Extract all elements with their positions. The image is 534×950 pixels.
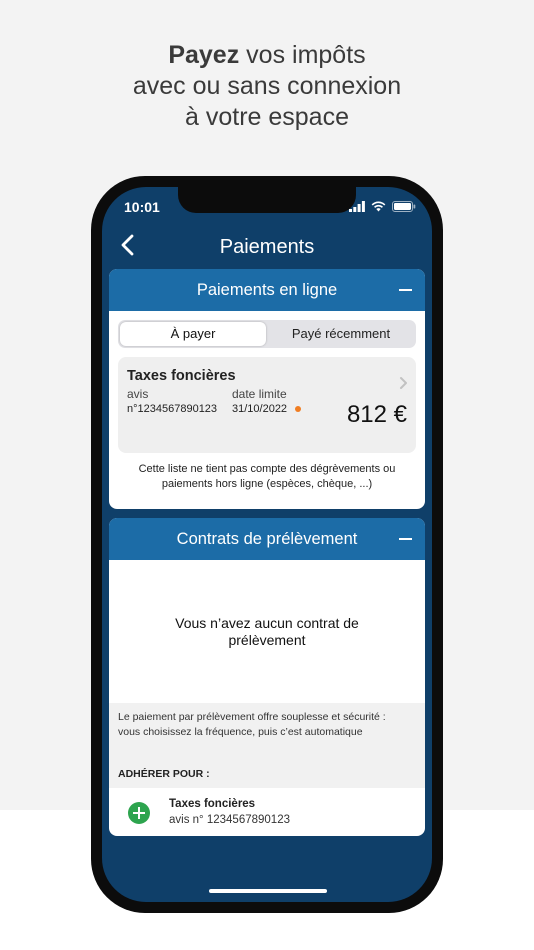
tab-paye-recemment[interactable]: Payé récemment [268,322,414,346]
signal-icon [349,201,365,212]
headline-line-2: avec ou sans connexion [132,72,402,100]
chevron-right-icon [400,377,407,389]
info-text: Le paiement par prélèvement offre souple… [118,710,416,740]
direct-debit-card: Contrats de prélèvement Vous n’avez aucu… [109,518,425,836]
phone-frame: 10:01 Paiements Paiements en ligne À pay… [91,176,443,913]
tab-a-payer[interactable]: À payer [120,322,266,346]
payment-tabs: À payer Payé récemment [118,320,416,348]
nav-title: Paiements [219,236,315,258]
tax-item[interactable]: Taxes foncières avis n°1234567890123 dat… [118,357,416,453]
direct-debit-header[interactable]: Contrats de prélèvement [109,518,425,560]
phone-screen: 10:01 Paiements Paiements en ligne À pay… [102,187,432,902]
direct-debit-info: Le paiement par prélèvement offre souple… [109,703,425,788]
info-line-2: vous choisissez la fréquence, puis c’est… [118,726,363,738]
empty-contracts-message: Vous n’avez aucun contrat de prélèvement [109,615,425,649]
tax-amount: 812 € [346,401,407,428]
avis-label: avis [127,387,149,401]
phone-notch [178,187,356,213]
avis-value: n°1234567890123 [127,403,218,415]
online-payments-note: Cette liste ne tient pas compte des dégr… [131,462,403,492]
adherer-label: ADHÉRER POUR : [118,768,210,780]
headline-bold: Payez [168,41,240,69]
direct-debit-title: Contrats de prélèvement [176,530,358,548]
home-indicator[interactable] [209,889,327,893]
note-line-2: paiements hors ligne (espèces, chèque, .… [161,478,373,490]
empty-line-1: Vous n’avez aucun contrat de [175,615,359,631]
status-time: 10:01 [124,199,160,215]
add-plus-icon[interactable] [128,802,150,824]
collapse-minus-icon[interactable] [399,289,412,291]
headline-line-3: à votre espace [185,103,349,131]
status-icons [349,201,416,212]
collapse-minus-icon[interactable] [399,538,412,540]
headline: Payez vos impôts avec ou sans connexion … [0,40,534,133]
empty-line-2: prélèvement [228,632,306,648]
headline-line-1: Payez vos impôts [0,40,534,71]
info-line-1: Le paiement par prélèvement offre souple… [118,711,386,723]
tax-title: Taxes foncières [127,368,236,384]
online-payments-header[interactable]: Paiements en ligne [109,269,425,311]
note-line-1: Cette liste ne tient pas compte des dégr… [138,463,396,475]
deadline-dot-icon [295,406,301,412]
date-label: date limite [232,387,287,401]
adherer-item-subtitle: avis n° 1234567890123 [169,814,290,826]
headline-line-1-rest: vos impôts [239,41,366,69]
online-payments-card: Paiements en ligne À payer Payé récemmen… [109,269,425,509]
adherer-item-title[interactable]: Taxes foncières [169,798,255,810]
wifi-icon [371,201,386,212]
online-payments-title: Paiements en ligne [196,281,338,299]
date-value: 31/10/2022 [232,403,288,415]
battery-icon [392,201,416,212]
